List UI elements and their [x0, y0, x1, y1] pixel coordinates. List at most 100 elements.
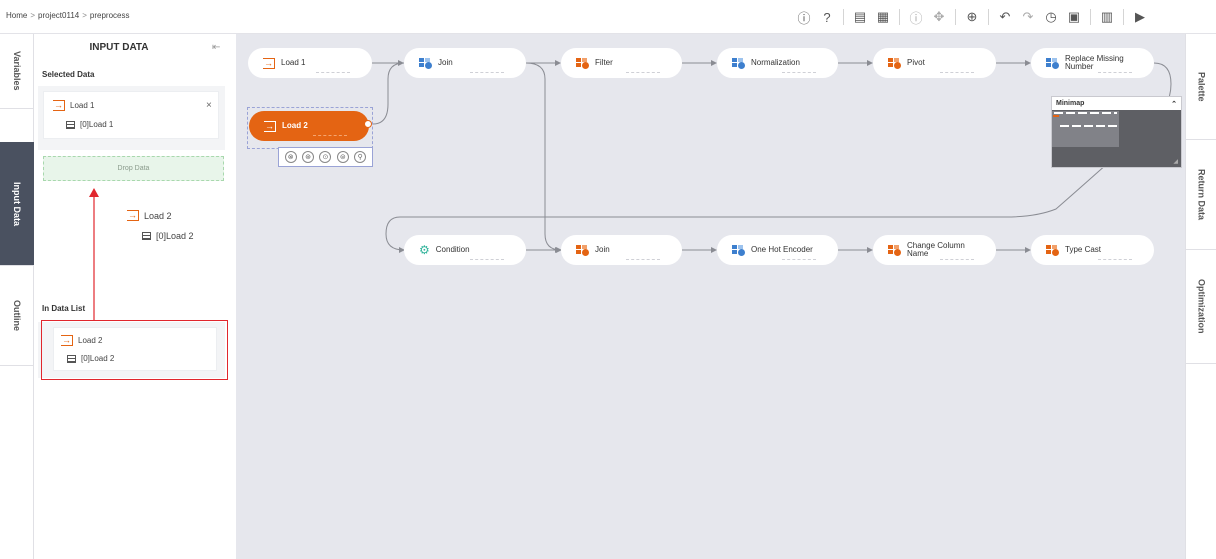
toolbar-separator — [1090, 9, 1091, 25]
schedule-icon[interactable]: ▦ — [874, 8, 892, 26]
list-item-table: [0]Load 2 — [81, 354, 115, 363]
node-pivot[interactable]: Pivot — [873, 48, 996, 78]
top-bar: Home > project0114 > preprocess ⓘ? ▤ ▦ ⓘ ✥ ⊕ ↶… — [0, 0, 1216, 34]
breadcrumb-separator: > — [82, 11, 87, 20]
node-normalization[interactable]: Normalization — [717, 48, 838, 78]
load-input-icon: → — [127, 210, 139, 221]
minimap-selected-marker — [1053, 115, 1059, 117]
join-icon — [576, 244, 589, 256]
normalization-icon — [732, 57, 745, 69]
dragged-data-name: Load 2 — [144, 210, 172, 221]
gear-icon: ⚙ — [419, 243, 430, 257]
filter-icon — [576, 57, 589, 69]
minimap-row — [1060, 125, 1120, 127]
load-input-icon: → — [53, 100, 65, 111]
table-icon — [67, 354, 76, 363]
breadcrumb-separator: > — [30, 11, 36, 20]
pivot-icon — [888, 57, 901, 69]
data-node-icon[interactable]: ⊜ — [336, 151, 349, 163]
minimap-collapse-icon[interactable]: ⌃ — [1171, 100, 1177, 108]
tab-input-data[interactable]: Input Data — [0, 142, 34, 266]
clipboard-icon[interactable]: ▣ — [1065, 8, 1083, 26]
output-port[interactable] — [364, 120, 372, 128]
node-load-1[interactable]: → Load 1 — [248, 48, 372, 78]
left-tab-rail: Variables Input Data Outline — [0, 34, 34, 559]
in-data-list-area: → Load 2 [0]Load 2 — [38, 322, 225, 378]
node-toolbar: ⊗ ⊛ ⊙ ⊜ ⚲ — [278, 147, 373, 167]
minimap-viewport[interactable] — [1052, 111, 1119, 147]
node-replace-missing-number[interactable]: Replace Missing Number — [1031, 48, 1154, 78]
tab-variables[interactable]: Variables — [0, 34, 34, 109]
tab-outline[interactable]: Outline — [0, 266, 34, 366]
connection-lines — [362, 60, 1172, 253]
right-tab-rail: Palette Return Data Optimization — [1185, 34, 1216, 559]
run-info-icon[interactable]: ⓘ — [907, 8, 925, 26]
node-type-cast[interactable]: Type Cast — [1031, 235, 1154, 265]
node-change-column-name[interactable]: Change Column Name — [873, 235, 996, 265]
resize-handle-icon[interactable]: ◢ — [1173, 158, 1178, 165]
move-icon[interactable]: ✥ — [930, 8, 948, 26]
toolbar: ⓘ? ▤ ▦ ⓘ ✥ ⊕ ↶ ↷ ◷ ▣ ▥ ▶ — [795, 8, 1154, 26]
node-one-hot-encoder[interactable]: One Hot Encoder — [717, 235, 838, 265]
selected-data-table: [0]Load 1 — [80, 120, 114, 129]
link-node-icon[interactable]: ⚲ — [354, 151, 367, 163]
run-node-icon[interactable]: ⊙ — [319, 151, 332, 163]
history-icon[interactable]: ◷ — [1042, 8, 1060, 26]
zoom-icon[interactable]: ⊕ — [963, 8, 981, 26]
node-load-2[interactable]: → Load 2 — [249, 111, 369, 141]
toolbar-separator — [1123, 9, 1124, 25]
drop-data-zone[interactable]: Drop Data — [43, 156, 224, 181]
tab-palette[interactable]: Palette — [1186, 34, 1216, 140]
dragged-data-table: [0]Load 2 — [156, 231, 194, 241]
help-icon[interactable]: ? — [818, 8, 836, 26]
load-input-icon: → — [263, 57, 275, 69]
selected-data-area: → Load 1 × [0]Load 1 — [38, 86, 225, 150]
info-icon[interactable]: ⓘ — [795, 8, 813, 26]
input-data-panel: INPUT DATA ⇤ Selected Data → Load 1 × [0… — [34, 34, 320, 559]
load-input-icon: → — [264, 120, 276, 132]
toolbar-separator — [988, 9, 989, 25]
breadcrumb-project[interactable]: project0114 — [38, 11, 79, 20]
rename-column-icon — [888, 244, 901, 256]
collapse-panel-icon[interactable]: ⇤ — [212, 42, 220, 53]
minimap-row — [1054, 112, 1117, 114]
in-data-list-title: In Data List — [42, 304, 86, 313]
script-icon[interactable]: ▤ — [851, 8, 869, 26]
toolbar-separator — [899, 9, 900, 25]
selected-data-card[interactable]: → Load 1 × [0]Load 1 — [43, 91, 219, 139]
list-item-name: Load 2 — [78, 336, 103, 345]
breadcrumb: Home > project0114 > preprocess — [6, 11, 129, 20]
list-item[interactable]: → Load 2 [0]Load 2 — [53, 327, 217, 371]
join-icon — [419, 57, 432, 69]
table-icon — [142, 232, 151, 240]
breadcrumb-home[interactable]: Home — [6, 11, 27, 20]
undo-icon[interactable]: ↶ — [996, 8, 1014, 26]
breadcrumb-page: preprocess — [89, 11, 130, 20]
node-condition[interactable]: ⚙ Condition — [404, 235, 526, 265]
tab-optimization[interactable]: Optimization — [1186, 250, 1216, 364]
tab-return-data[interactable]: Return Data — [1186, 140, 1216, 250]
workflow-canvas[interactable]: → Load 1 Join Filter Normalization Pivot… — [236, 34, 1185, 559]
delete-node-icon[interactable]: ⊗ — [284, 151, 297, 163]
panel-title: INPUT DATA — [89, 42, 149, 53]
minimap[interactable]: Minimap ⌃ ◢ — [1051, 96, 1182, 168]
node-join[interactable]: Join — [404, 48, 526, 78]
selected-data-title: Selected Data — [42, 70, 95, 79]
table-icon — [66, 120, 75, 129]
node-filter[interactable]: Filter — [561, 48, 682, 78]
selected-data-name: Load 1 — [70, 101, 95, 110]
node-join-2[interactable]: Join — [561, 235, 682, 265]
type-cast-icon — [1046, 244, 1059, 256]
load-input-icon: → — [61, 335, 73, 346]
replace-missing-icon — [1046, 57, 1059, 69]
remove-selected-close-icon[interactable]: × — [206, 100, 212, 111]
toolbar-separator — [955, 9, 956, 25]
minimap-header: Minimap ⌃ — [1052, 97, 1181, 110]
calendar-icon[interactable]: ▥ — [1098, 8, 1116, 26]
play-icon[interactable]: ▶ — [1131, 8, 1149, 26]
redo-icon[interactable]: ↷ — [1019, 8, 1037, 26]
minimap-title: Minimap — [1056, 100, 1085, 107]
settings-node-icon[interactable]: ⊛ — [302, 151, 315, 163]
toolbar-separator — [843, 9, 844, 25]
encoder-icon — [732, 244, 745, 256]
